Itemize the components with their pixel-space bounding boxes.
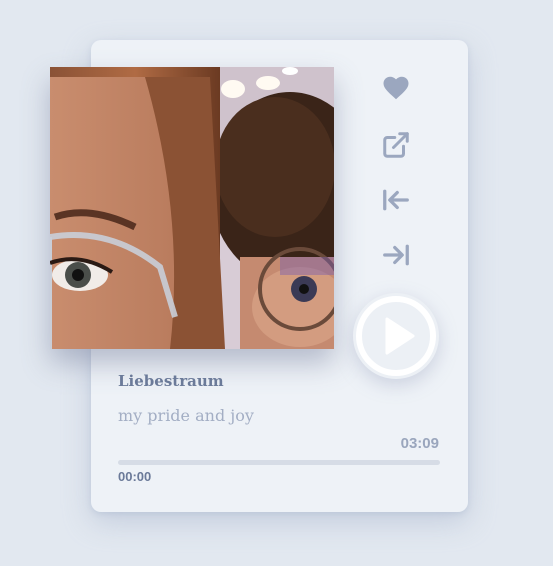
next-icon[interactable]	[381, 240, 411, 270]
previous-icon[interactable]	[381, 185, 411, 215]
play-button[interactable]	[353, 293, 439, 379]
track-artist: my pride and joy	[118, 406, 254, 425]
album-cover	[50, 67, 334, 349]
track-title: Liebestraum	[118, 372, 224, 390]
external-link-icon[interactable]	[381, 130, 411, 160]
track-duration: 03:09	[400, 435, 439, 452]
play-icon	[356, 296, 436, 376]
current-time: 00:00	[118, 469, 152, 484]
progress-bar[interactable]	[118, 460, 440, 465]
album-cover-image	[50, 67, 334, 349]
heart-icon[interactable]	[381, 73, 411, 103]
